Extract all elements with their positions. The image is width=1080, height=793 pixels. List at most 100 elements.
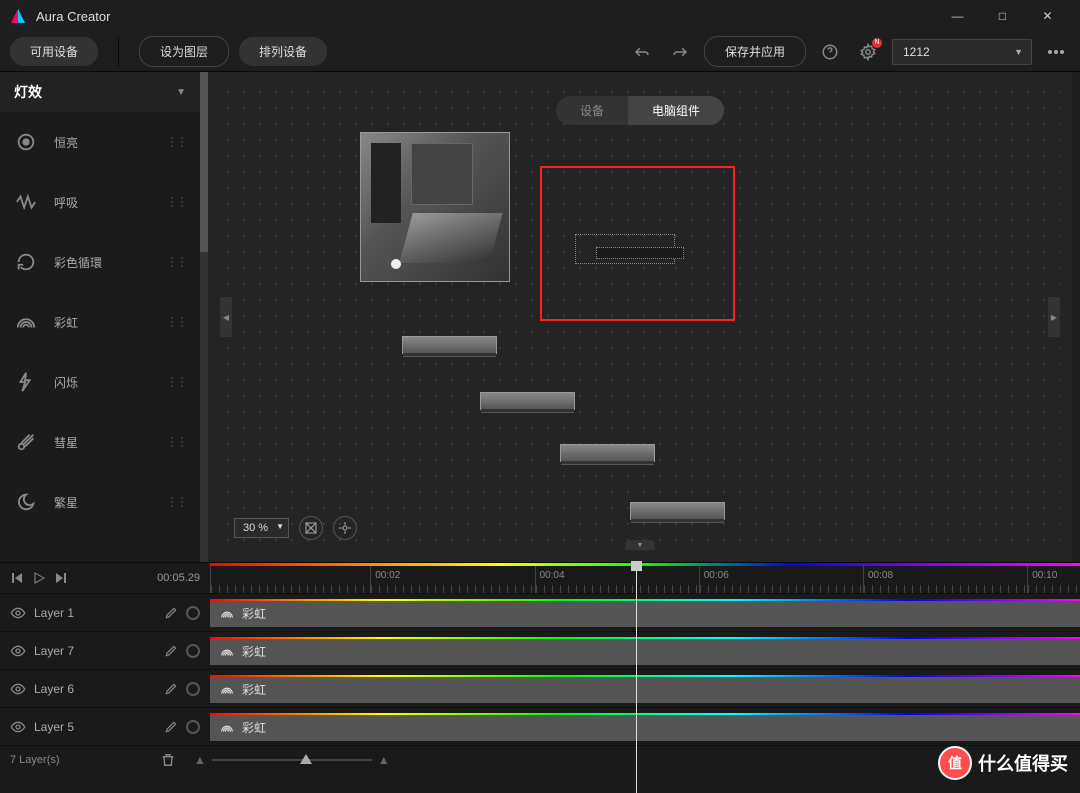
collapse-right-button[interactable]: ▶ [1048,297,1060,337]
app-title: Aura Creator [36,9,110,24]
timeline-zoom-slider[interactable]: ▲ ▲ [194,753,390,767]
visibility-toggle[interactable] [10,605,26,621]
effect-item-strobe[interactable]: 闪烁 ⋮⋮ [0,352,200,412]
delete-layer-button[interactable] [160,752,176,768]
timeline-ruler[interactable]: 00:02 00:04 00:06 00:08 00:10 [210,563,1080,593]
canvas-area: 设备 电脑组件 ◀ ▶ 30 % ▼ [200,72,1080,562]
window-close-button[interactable]: ✕ [1025,0,1070,32]
undo-button[interactable] [628,38,656,66]
layer-row: Layer 6 彩虹 [0,669,1080,707]
layer-row: Layer 5 彩虹 [0,707,1080,745]
edit-layer-button[interactable] [164,720,178,734]
clip-label: 彩虹 [242,643,266,660]
layer-row: Layer 7 彩虹 [0,631,1080,669]
record-toggle[interactable] [186,682,200,696]
grip-icon: ⋮⋮ [166,255,186,269]
window-maximize-button[interactable]: □ [980,0,1025,32]
layer-row: Layer 1 彩虹 [0,593,1080,631]
grip-icon: ⋮⋮ [166,435,186,449]
fit-screen-button[interactable] [299,516,323,540]
playhead[interactable] [636,561,637,793]
device-canvas[interactable]: 设备 电脑组件 ◀ ▶ 30 % ▼ [220,84,1060,550]
rainbow-icon [14,310,38,334]
grip-icon: ⋮⋮ [166,195,186,209]
effect-item-rainbow[interactable]: 彩虹 ⋮⋮ [0,292,200,352]
grip-icon: ⋮⋮ [166,375,186,389]
redo-button[interactable] [666,38,694,66]
grip-icon: ⋮⋮ [166,495,186,509]
ram-device-1[interactable] [402,336,497,354]
top-toolbar: 可用设备 设为图层 排列设备 保存并应用 N 1212 [0,32,1080,72]
ram-device-4[interactable] [630,502,725,520]
center-button[interactable] [333,516,357,540]
notification-badge: N [872,38,882,48]
skip-start-button[interactable] [10,571,24,585]
rainbow-icon [220,607,234,621]
effect-clip[interactable]: 彩虹 [210,599,1080,627]
watermark: 值 什么值得买 [938,746,1068,780]
ram-device-3[interactable] [560,444,655,462]
rainbow-icon [220,645,234,659]
edit-layer-button[interactable] [164,606,178,620]
save-and-apply-button[interactable]: 保存并应用 [704,36,806,67]
clip-label: 彩虹 [242,681,266,698]
available-devices-button[interactable]: 可用设备 [10,37,98,66]
window-minimize-button[interactable]: — [935,0,980,32]
app-logo-icon [10,8,26,24]
layer-name-label: Layer 6 [34,682,156,696]
layer-name-label: Layer 7 [34,644,156,658]
grip-icon: ⋮⋮ [166,315,186,329]
effect-item-static[interactable]: 恒亮 ⋮⋮ [0,112,200,172]
layer-track[interactable]: 彩虹 [210,671,1080,707]
collapse-left-button[interactable]: ◀ [220,297,232,337]
visibility-toggle[interactable] [10,681,26,697]
settings-button[interactable]: N [854,38,882,66]
addressable-strip-device[interactable] [575,234,675,264]
edit-layer-button[interactable] [164,682,178,696]
strobe-icon [14,370,38,394]
chevron-down-icon: ▼ [176,87,186,98]
effects-header[interactable]: 灯效 ▼ [0,72,200,112]
ram-device-2[interactable] [480,392,575,410]
layer-track[interactable]: 彩虹 [210,595,1080,631]
skip-end-button[interactable] [54,571,68,585]
layer-track[interactable]: 彩虹 [210,633,1080,669]
grip-icon: ⋮⋮ [166,135,186,149]
clip-label: 彩虹 [242,719,266,736]
zoom-selector[interactable]: 30 % [234,518,289,538]
help-button[interactable] [816,38,844,66]
arrange-devices-button[interactable]: 排列设备 [239,37,327,66]
record-toggle[interactable] [186,720,200,734]
effect-item-breathing[interactable]: 呼吸 ⋮⋮ [0,172,200,232]
rainbow-icon [220,721,234,735]
timeline-panel: 00:05.29 00:02 00:04 00:06 00:08 00:10 L… [0,562,1080,792]
panel-drag-handle[interactable]: ▼ [625,540,655,550]
visibility-toggle[interactable] [10,719,26,735]
zoom-in-icon: ▲ [378,753,390,767]
canvas-scrollbar[interactable] [200,72,208,562]
record-toggle[interactable] [186,644,200,658]
layer-count-label: 7 Layer(s) [0,754,160,766]
visibility-toggle[interactable] [10,643,26,659]
canvas-view-toggle: 设备 电脑组件 [556,96,724,125]
effect-clip[interactable]: 彩虹 [210,675,1080,703]
tab-component[interactable]: 电脑组件 [628,96,724,125]
effect-clip[interactable]: 彩虹 [210,713,1080,741]
tab-device[interactable]: 设备 [556,96,628,125]
effect-item-colorcycle[interactable]: 彩色循環 ⋮⋮ [0,232,200,292]
effect-item-comet[interactable]: 彗星 ⋮⋮ [0,412,200,472]
edit-layer-button[interactable] [164,644,178,658]
record-toggle[interactable] [186,606,200,620]
zoom-out-icon: ▲ [194,753,206,767]
project-selector[interactable]: 1212 [892,39,1032,65]
set-as-layer-button[interactable]: 设为图层 [139,36,229,67]
effect-clip[interactable]: 彩虹 [210,637,1080,665]
starry-icon [14,490,38,514]
play-button[interactable] [32,571,46,585]
rainbow-icon [220,683,234,697]
layer-track[interactable]: 彩虹 [210,709,1080,745]
more-menu-button[interactable] [1042,50,1070,54]
project-name-label: 1212 [903,45,930,59]
effect-item-starry[interactable]: 繁星 ⋮⋮ [0,472,200,532]
motherboard-device[interactable] [360,132,510,282]
